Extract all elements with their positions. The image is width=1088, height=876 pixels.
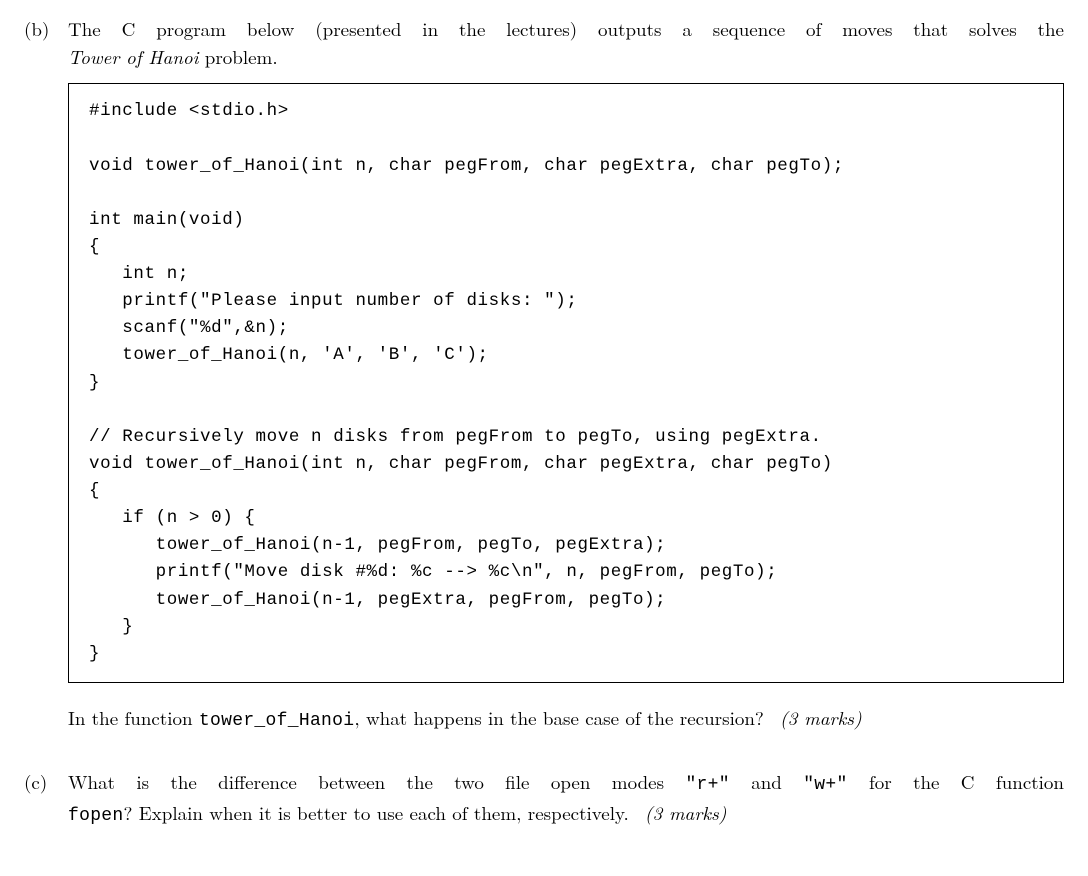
- part-b-label: (b): [24, 16, 68, 733]
- question-part-b: (b) The C program below (presented in th…: [24, 16, 1064, 733]
- part-c-text-seg2: and: [730, 768, 803, 795]
- part-c-label: (c): [24, 769, 68, 828]
- inline-code-rplus: "r+": [685, 775, 729, 795]
- inline-code-fopen: fopen: [68, 806, 124, 826]
- part-c-text-seg3: for the C function: [848, 768, 1064, 795]
- part-c-body: What is the difference between the two f…: [68, 769, 1064, 828]
- part-c-line-2: fopen? Explain when it is better to use …: [68, 800, 1064, 828]
- part-c-line-1: What is the difference between the two f…: [68, 769, 1064, 797]
- part-b-body: The C program below (presented in the le…: [68, 16, 1064, 733]
- part-c-text-seg1: What is the difference between the two f…: [68, 768, 685, 795]
- question-text-suffix: , what happens in the base case of the r…: [354, 704, 764, 731]
- question-text-prefix: In the function: [68, 704, 199, 731]
- part-b-intro-line-1: The C program below (presented in the le…: [68, 16, 1064, 42]
- inline-code-wplus: "w+": [803, 775, 847, 795]
- part-b-intro-after: problem.: [198, 43, 277, 70]
- inline-code-function-name: tower_of_Hanoi: [199, 711, 354, 731]
- part-b-question: In the function tower_of_Hanoi, what hap…: [68, 705, 1064, 733]
- marks-label: (3 marks): [780, 704, 862, 731]
- marks-label: (3 marks): [645, 799, 727, 826]
- code-listing: #include <stdio.h> void tower_of_Hanoi(i…: [68, 83, 1064, 683]
- part-b-intro-line-2: Tower of Hanoi problem.: [68, 44, 1064, 70]
- problem-name-italic: Tower of Hanoi: [68, 43, 198, 70]
- part-c-text-line2: ? Explain when it is better to use each …: [124, 799, 629, 826]
- question-part-c: (c) What is the difference between the t…: [24, 769, 1064, 828]
